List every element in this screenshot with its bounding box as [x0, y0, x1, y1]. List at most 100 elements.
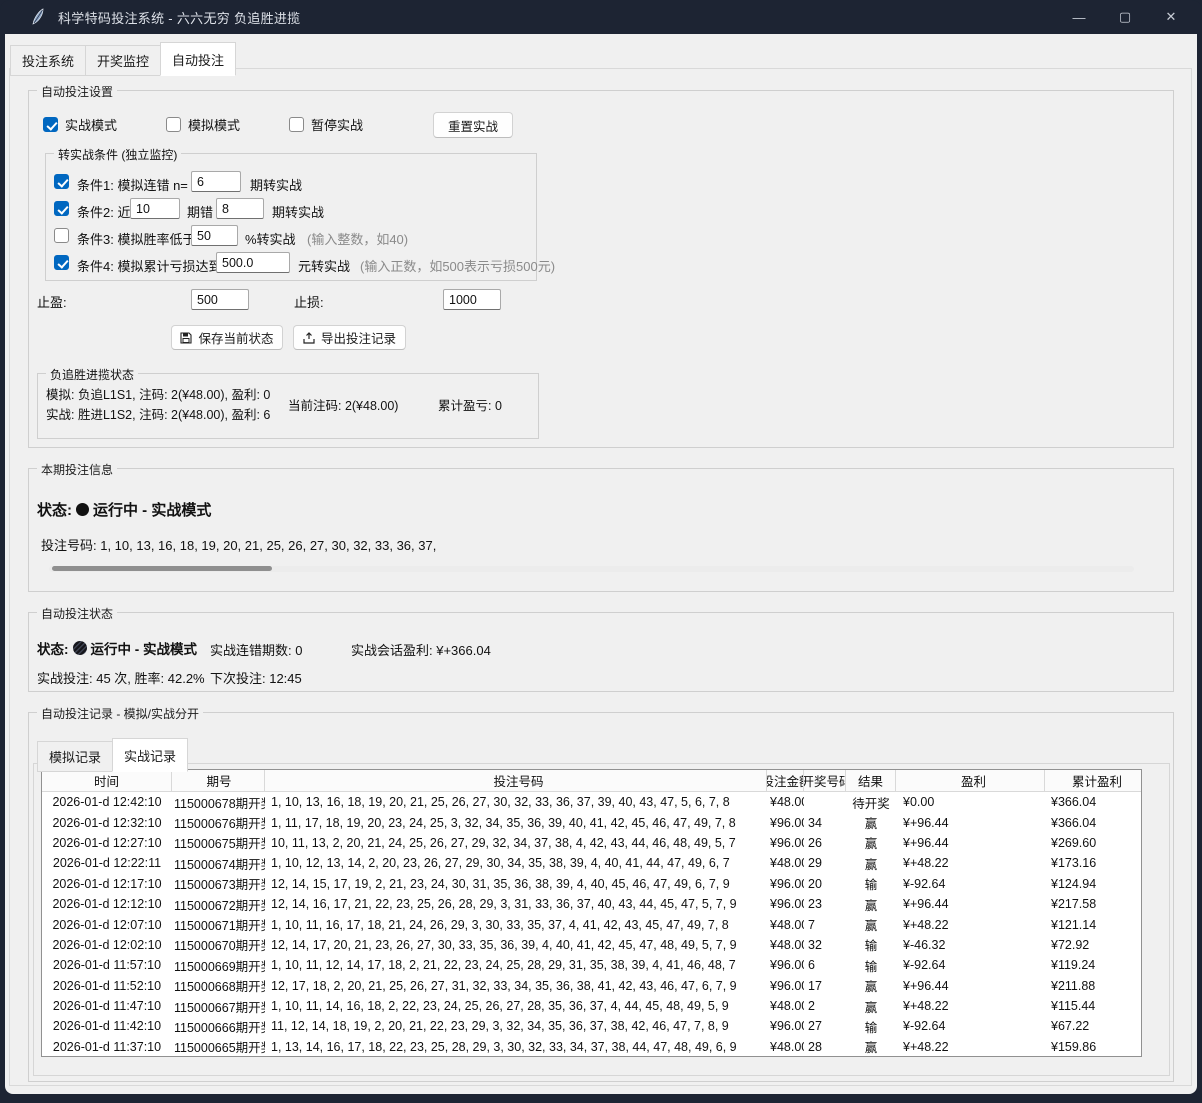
table-row[interactable]: 2026-01-d 11:37:10 115000665期开奖 1, 13, 1… [42, 1037, 1141, 1057]
column-header-result[interactable]: 结果 [846, 770, 896, 791]
cell-amount: ¥48.00 [767, 914, 804, 934]
condition-2-input-b[interactable] [216, 198, 264, 219]
cell-cum: ¥72.92 [1045, 935, 1143, 955]
checkbox-icon[interactable] [54, 174, 69, 189]
cell-draw: 26 [804, 833, 846, 853]
cell-profit: ¥+96.44 [896, 833, 1045, 853]
switch-conditions-group: 转实战条件 (独立监控) 条件1: 模拟连错 n= 期转实战 条件2: 近 [45, 153, 537, 281]
take-profit-input[interactable] [191, 289, 249, 310]
condition-2-input-a[interactable] [130, 198, 180, 219]
table-row[interactable]: 2026-01-d 11:42:10 115000666期开奖 11, 12, … [42, 1016, 1141, 1036]
cell-profit: ¥-92.64 [896, 1016, 1045, 1036]
cell-amount: ¥96.00 [767, 812, 804, 832]
table-row[interactable]: 2026-01-d 11:47:10 115000667期开奖 1, 10, 1… [42, 996, 1141, 1016]
checkbox-label: 实战模式 [65, 115, 117, 134]
save-state-button[interactable]: 保存当前状态 [171, 325, 283, 350]
column-header-period[interactable]: 期号 [172, 770, 265, 791]
cell-amount: ¥96.00 [767, 1016, 804, 1036]
column-header-draw[interactable]: 开奖号码 [804, 770, 846, 791]
checkbox-icon[interactable] [54, 228, 69, 243]
cell-amount: ¥96.00 [767, 833, 804, 853]
condition-2-checkbox[interactable] [54, 201, 69, 216]
checkbox-pause-real[interactable]: 暂停实战 [289, 115, 363, 134]
condition-1-input[interactable] [191, 171, 241, 192]
cell-result: 待开奖 [846, 792, 896, 812]
scrollbar-thumb[interactable] [52, 566, 272, 571]
real-strategy-line: 实战: 胜进L1S2, 注码: 2(¥48.00), 盈利: 6 [46, 404, 270, 423]
cell-period: 115000671期开奖 [172, 914, 265, 934]
checkbox-icon[interactable] [166, 117, 181, 132]
column-header-cum[interactable]: 累计盈利 [1045, 770, 1143, 791]
tab-auto-betting[interactable]: 自动投注 [160, 42, 236, 76]
cell-cum: ¥173.16 [1045, 853, 1143, 873]
checkbox-icon[interactable] [289, 117, 304, 132]
cell-period: 115000667期开奖 [172, 996, 265, 1016]
status-label: 状态: [37, 642, 69, 657]
cell-time: 2026-01-d 11:37:10 [42, 1037, 172, 1057]
condition-3-suffix: %转实战 [245, 229, 296, 248]
column-header-numbers[interactable]: 投注号码 [265, 770, 767, 791]
table-row[interactable]: 2026-01-d 11:57:10 115000669期开奖 1, 10, 1… [42, 955, 1141, 975]
condition-3-input[interactable] [191, 225, 238, 246]
horizontal-scrollbar[interactable] [49, 566, 1134, 572]
cell-amount: ¥48.00 [767, 853, 804, 873]
tab-draw-monitor[interactable]: 开奖监控 [85, 45, 161, 76]
cell-cum: ¥217.58 [1045, 894, 1143, 914]
records-table: 时间 期号 投注号码 投注金额 开奖号码 结果 盈利 累计盈利 [41, 769, 1142, 1057]
condition-4-suffix: 元转实战 [298, 256, 350, 275]
cell-amount: ¥48.00 [767, 935, 804, 955]
export-records-button[interactable]: 导出投注记录 [293, 325, 406, 350]
cell-result: 输 [846, 1016, 896, 1036]
cell-cum: ¥211.88 [1045, 976, 1143, 996]
stop-loss-input[interactable] [443, 289, 501, 310]
table-row[interactable]: 2026-01-d 12:07:10 115000671期开奖 1, 10, 1… [42, 914, 1141, 934]
checkbox-icon[interactable] [54, 201, 69, 216]
table-row[interactable]: 2026-01-d 12:32:10 115000676期开奖 1, 11, 1… [42, 812, 1141, 832]
table-row[interactable]: 2026-01-d 12:27:10 115000675期开奖 10, 11, … [42, 833, 1141, 853]
table-row[interactable]: 2026-01-d 12:42:10 115000678期开奖 1, 10, 1… [42, 792, 1141, 812]
cell-period: 115000678期开奖 [172, 792, 265, 812]
checkbox-real-mode[interactable]: 实战模式 [43, 115, 117, 134]
table-row[interactable]: 2026-01-d 12:02:10 115000670期开奖 12, 14, … [42, 935, 1141, 955]
table-row[interactable]: 2026-01-d 12:22:11 115000674期开奖 1, 10, 1… [42, 853, 1141, 873]
cell-profit: ¥0.00 [896, 792, 1045, 812]
condition-3-label: 条件3: 模拟胜率低于 [77, 229, 195, 248]
cell-period: 115000676期开奖 [172, 812, 265, 832]
table-row[interactable]: 2026-01-d 12:17:10 115000673期开奖 12, 14, … [42, 874, 1141, 894]
checkbox-icon[interactable] [43, 117, 58, 132]
column-header-amount[interactable]: 投注金额 [767, 770, 804, 791]
column-header-time[interactable]: 时间 [42, 770, 172, 791]
cell-time: 2026-01-d 12:07:10 [42, 914, 172, 934]
column-header-profit[interactable]: 盈利 [896, 770, 1045, 791]
tab-betting-system[interactable]: 投注系统 [10, 45, 86, 76]
checkbox-icon[interactable] [54, 255, 69, 270]
tab-sim-records[interactable]: 模拟记录 [37, 741, 113, 772]
maximize-button[interactable]: ▢ [1102, 0, 1148, 34]
minimize-button[interactable]: — [1056, 0, 1102, 34]
table-row[interactable]: 2026-01-d 12:12:10 115000672期开奖 12, 14, … [42, 894, 1141, 914]
close-button[interactable]: ✕ [1148, 0, 1194, 34]
condition-4-checkbox[interactable] [54, 255, 69, 270]
cell-profit: ¥+48.22 [896, 1037, 1045, 1057]
table-row[interactable]: 2026-01-d 11:52:10 115000668期开奖 12, 17, … [42, 976, 1141, 996]
cell-draw: 20 [804, 874, 846, 894]
cell-draw: 17 [804, 976, 846, 996]
condition-3-checkbox[interactable] [54, 228, 69, 243]
cell-time: 2026-01-d 11:57:10 [42, 955, 172, 975]
tab-real-records[interactable]: 实战记录 [112, 738, 188, 772]
checkbox-sim-mode[interactable]: 模拟模式 [166, 115, 240, 134]
stop-loss-label: 止损: [294, 292, 324, 311]
cell-period: 115000666期开奖 [172, 1016, 265, 1036]
cell-result: 赢 [846, 1037, 896, 1057]
condition-1-label: 条件1: 模拟连错 n= [77, 175, 188, 194]
cell-numbers: 11, 12, 14, 18, 19, 2, 20, 21, 22, 23, 2… [265, 1016, 767, 1036]
condition-4-input[interactable] [216, 252, 290, 273]
cell-amount: ¥48.00 [767, 996, 804, 1016]
cell-time: 2026-01-d 12:22:11 [42, 853, 172, 873]
cell-time: 2026-01-d 12:32:10 [42, 812, 172, 832]
condition-1-checkbox[interactable] [54, 174, 69, 189]
cell-cum: ¥366.04 [1045, 792, 1143, 812]
reset-real-button[interactable]: 重置实战 [433, 112, 513, 138]
cell-numbers: 12, 14, 17, 20, 21, 23, 26, 27, 30, 33, … [265, 935, 767, 955]
condition-2-row: 条件2: 近 期错 期转实战 [46, 197, 536, 221]
